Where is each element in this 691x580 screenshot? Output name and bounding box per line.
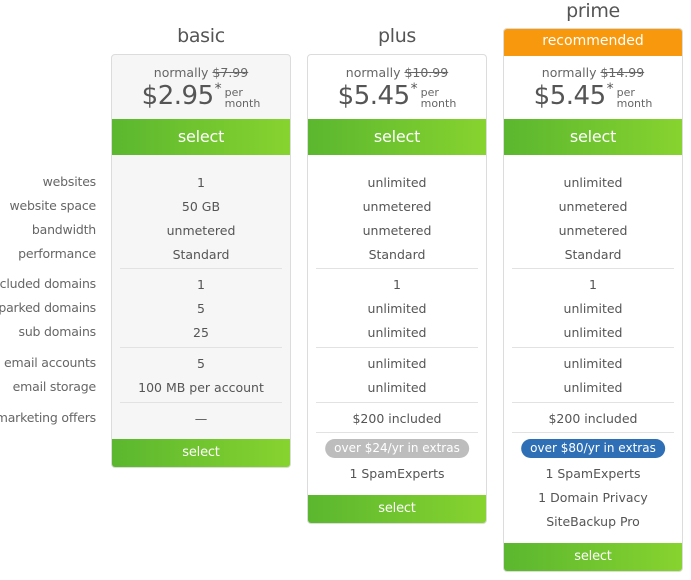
- value-parked-domains: unlimited: [563, 301, 623, 316]
- value-marketing-offers: $200 included: [352, 411, 442, 426]
- plan-card-basic: normally $7.99 $2.95 * per month select 1…: [111, 54, 291, 468]
- price-line: $5.45 * per month: [504, 81, 682, 115]
- label-email-storage: email storage: [12, 379, 97, 394]
- value-parked-domains: unlimited: [367, 301, 427, 316]
- recommended-banner: recommended: [504, 29, 682, 56]
- value-websites: unlimited: [367, 175, 427, 190]
- extra-item: SiteBackup Pro: [546, 514, 640, 529]
- label-parked-domains: parked domains: [0, 300, 96, 315]
- label-website-space: website space: [9, 198, 97, 213]
- label-marketing-offers: marketing offers: [0, 410, 96, 425]
- value-marketing-offers: $200 included: [548, 411, 638, 426]
- label-performance: performance: [18, 246, 96, 261]
- divider: [512, 347, 674, 348]
- price-asterisk: *: [214, 81, 222, 97]
- extras-badge: over $80/yr in extras: [521, 439, 665, 458]
- divider: [316, 402, 478, 403]
- divider: [316, 432, 478, 433]
- normally-price: normally $10.99: [308, 65, 486, 80]
- value-sub-domains: 25: [193, 325, 209, 340]
- per-month: per month: [224, 86, 261, 110]
- value-marketing-offers: —: [194, 411, 208, 426]
- divider: [512, 402, 674, 403]
- normally-price: normally $14.99: [504, 65, 682, 80]
- price: $5.45: [533, 81, 606, 111]
- price-asterisk: *: [606, 81, 614, 97]
- value-email-storage: unlimited: [563, 380, 623, 395]
- label-included-domains: included domains: [0, 276, 96, 291]
- value-sub-domains: unlimited: [367, 325, 427, 340]
- value-bandwidth: unmetered: [558, 223, 628, 238]
- extra-item: 1 Domain Privacy: [538, 490, 648, 505]
- price-asterisk: *: [410, 81, 418, 97]
- extra-item: 1 SpamExperts: [545, 466, 641, 481]
- value-website-space: 50 GB: [181, 199, 221, 214]
- value-email-accounts: unlimited: [563, 356, 623, 371]
- normally-label: normally: [153, 65, 209, 80]
- old-price: $14.99: [600, 65, 645, 80]
- value-website-space: unmetered: [558, 199, 628, 214]
- value-websites: 1: [197, 175, 205, 190]
- value-included-domains: 1: [197, 277, 205, 292]
- per-month: per month: [420, 86, 457, 110]
- old-price: $7.99: [212, 65, 249, 80]
- price: $5.45: [337, 81, 410, 111]
- value-performance: Standard: [564, 247, 622, 262]
- extra-item: 1 SpamExperts: [349, 466, 445, 481]
- normally-price: normally $7.99: [112, 65, 290, 80]
- value-bandwidth: unmetered: [362, 223, 432, 238]
- value-bandwidth: unmetered: [166, 223, 236, 238]
- divider: [316, 268, 478, 269]
- plan-name-prime: prime: [566, 0, 620, 22]
- label-websites: websites: [42, 174, 97, 189]
- select-button-basic[interactable]: select: [112, 119, 290, 155]
- divider: [316, 347, 478, 348]
- value-email-accounts: 5: [197, 356, 205, 371]
- plan-card-prime: recommended normally $14.99 $5.45 * per m…: [503, 28, 683, 572]
- divider: [512, 432, 674, 433]
- plan-name-basic: basic: [177, 25, 225, 47]
- label-sub-domains: sub domains: [18, 324, 97, 339]
- divider: [512, 268, 674, 269]
- divider: [120, 268, 282, 269]
- divider: [120, 402, 282, 403]
- normally-label: normally: [345, 65, 401, 80]
- per-month: per month: [616, 86, 653, 110]
- old-price: $10.99: [404, 65, 449, 80]
- value-parked-domains: 5: [197, 301, 205, 316]
- value-performance: Standard: [368, 247, 426, 262]
- divider: [120, 347, 282, 348]
- value-performance: Standard: [172, 247, 230, 262]
- label-bandwidth: bandwidth: [31, 222, 96, 237]
- extras-badge: over $24/yr in extras: [325, 439, 469, 458]
- normally-label: normally: [541, 65, 597, 80]
- value-website-space: unmetered: [362, 199, 432, 214]
- value-included-domains: 1: [393, 277, 401, 292]
- value-included-domains: 1: [589, 277, 597, 292]
- value-email-storage: unlimited: [367, 380, 427, 395]
- price-line: $5.45 * per month: [308, 81, 486, 115]
- price: $2.95: [141, 81, 214, 111]
- value-email-accounts: unlimited: [367, 356, 427, 371]
- plan-card-plus: normally $10.99 $5.45 * per month select …: [307, 54, 487, 524]
- select-button-basic-bottom[interactable]: select: [112, 439, 290, 467]
- label-email-accounts: email accounts: [4, 355, 96, 370]
- value-email-storage: 100 MB per account: [138, 380, 264, 395]
- select-button-plus-bottom[interactable]: select: [308, 495, 486, 523]
- value-sub-domains: unlimited: [563, 325, 623, 340]
- select-button-prime-bottom[interactable]: select: [504, 543, 682, 571]
- select-button-prime[interactable]: select: [504, 119, 682, 155]
- value-websites: unlimited: [563, 175, 623, 190]
- plan-name-plus: plus: [377, 25, 417, 47]
- price-line: $2.95 * per month: [112, 81, 290, 115]
- select-button-plus[interactable]: select: [308, 119, 486, 155]
